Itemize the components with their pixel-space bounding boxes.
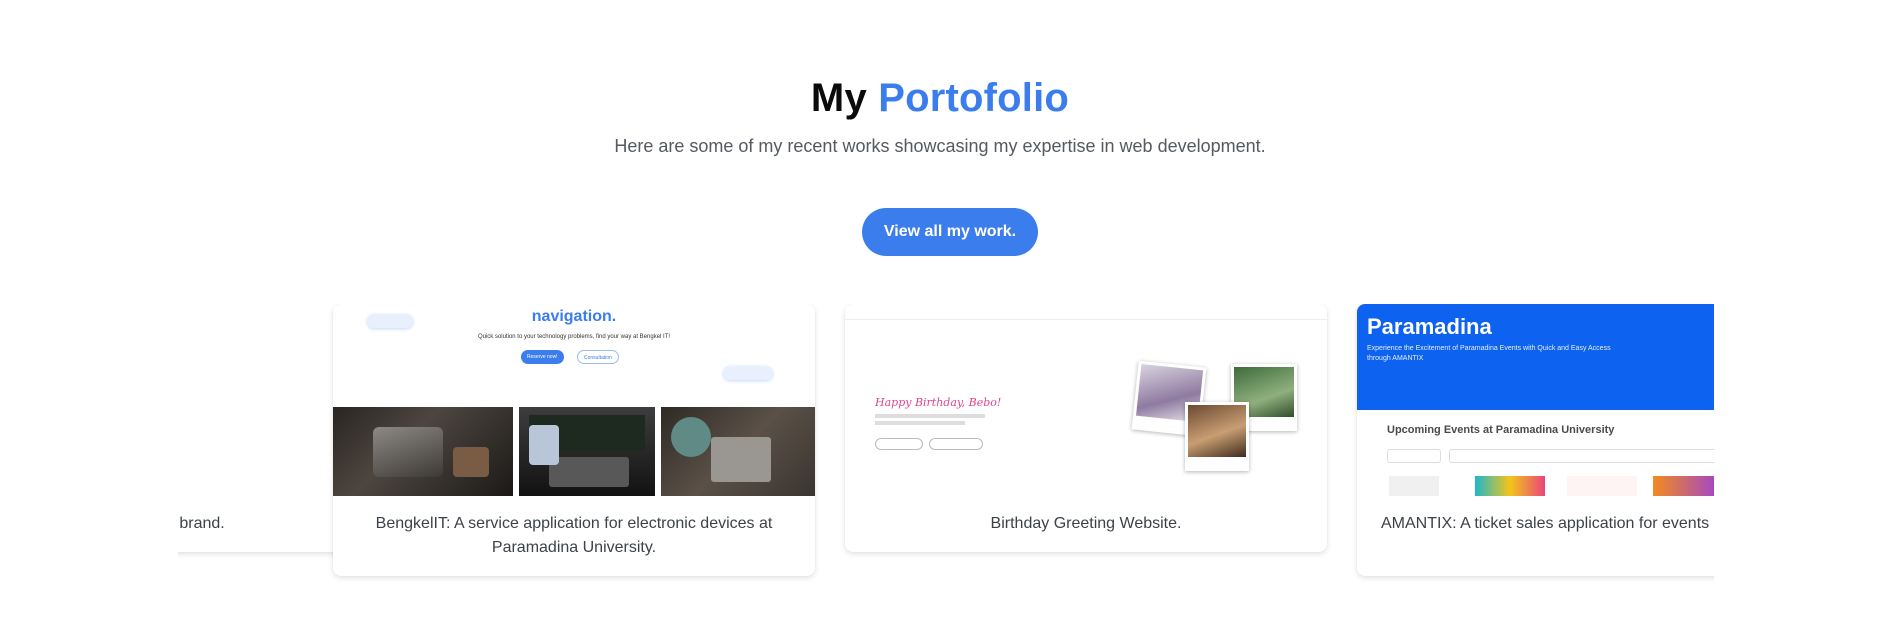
thumb-secondary-button: Consultation [577,350,619,364]
thumb-floating-tag [367,314,413,328]
hardware-photo [661,407,815,496]
project-caption: Birthday Greeting Website. [990,515,1182,532]
thumb-section-title: Upcoming Events at Paramadina University [1387,424,1615,436]
thumb-subline: Quick solution to your technology proble… [477,334,671,340]
thumb-navbar [845,304,1327,320]
project-card[interactable]: Happy Birthday, Bebo! Birthday Greeting … [845,304,1327,552]
view-all-work-button[interactable]: View all my work. [862,208,1038,256]
thumb-greeting: Happy Birthday, Bebo! [875,396,1002,409]
project-caption: AMANTIX: A ticket sales application for … [1381,515,1714,532]
polaroid-photo [1185,402,1249,471]
project-card[interactable]: Paramadina Experience the Excitement of … [1357,304,1714,576]
project-thumbnail-image: navigation. Quick solution to your techn… [333,304,815,496]
thumb-hero-desc: Experience the Excitement of Paramadina … [1367,345,1611,362]
project-thumbnail-image: Happy Birthday, Bebo! [845,304,1327,496]
thumb-floating-tag [723,366,773,380]
section-subtitle: Here are some of my recent works showcas… [614,136,1266,156]
laptop-photo [519,407,655,496]
section-title: My Portofolio [0,76,1880,121]
project-thumbnail-image: Paramadina Experience the Excitement of … [1357,304,1714,496]
title-accent: Portofolio [878,76,1070,120]
thumb-hero-title: Paramadina [1367,314,1492,339]
title-plain: My [810,76,867,120]
project-card[interactable]: navigation. Quick solution to your techn… [333,304,815,576]
thumb-primary-button: Reserve now! [521,350,564,364]
project-caption: BengkelIT: A service application for ele… [375,515,773,556]
thumb-hero: Paramadina Experience the Excitement of … [1357,304,1714,410]
repair-photo [333,407,513,496]
portfolio-carousel[interactable]: g brand. navigation. Quick solution to y… [178,304,1714,594]
